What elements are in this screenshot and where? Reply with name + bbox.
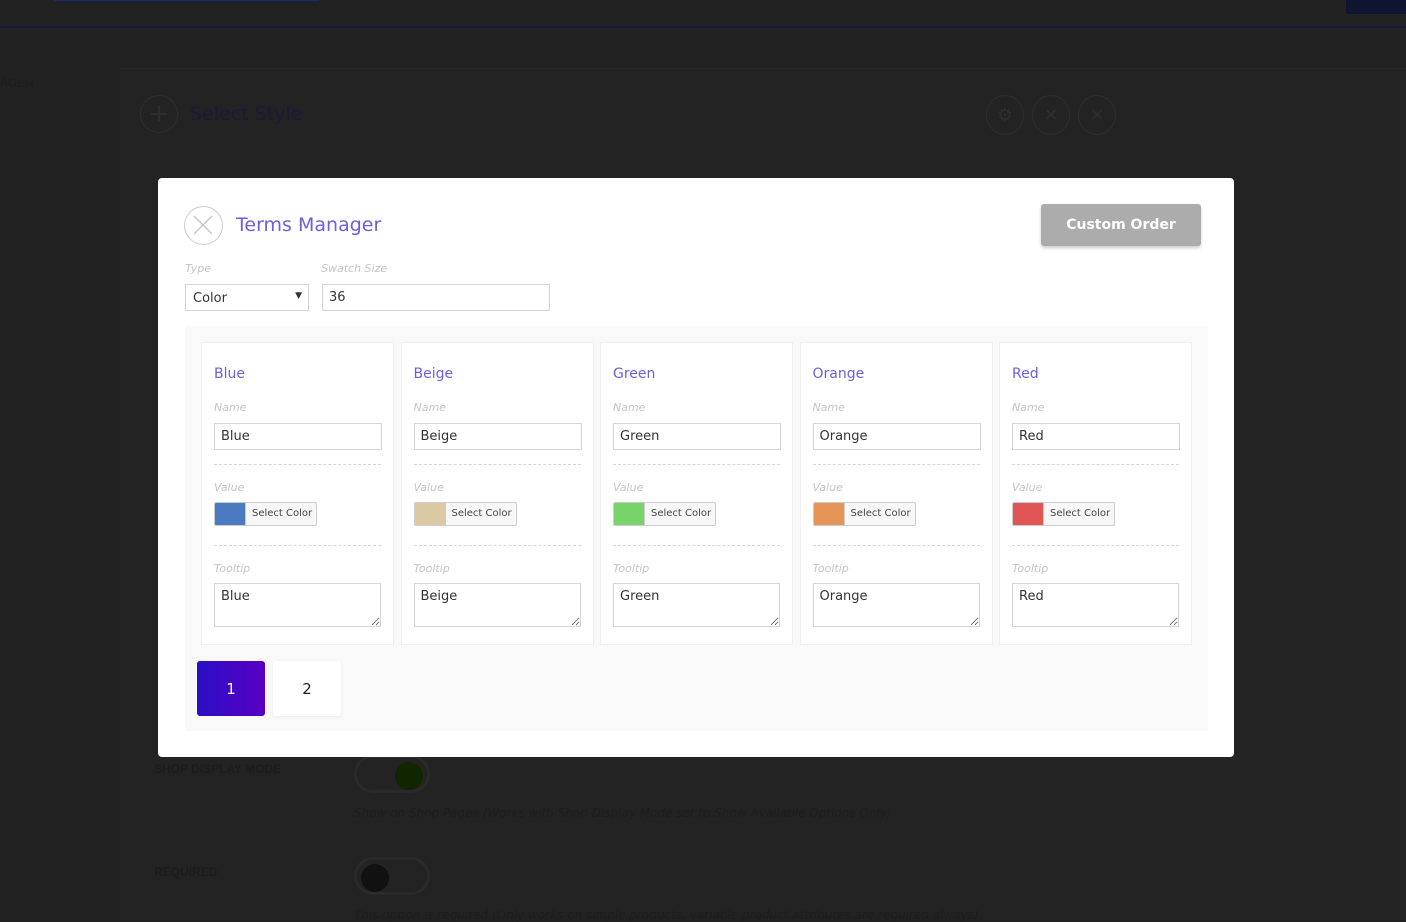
name-label: Name (413, 401, 446, 414)
tooltip-label: Tooltip (413, 562, 450, 575)
color-swatch (1013, 503, 1044, 525)
required-toggle (354, 857, 430, 895)
section-label: AGER (0, 76, 35, 90)
value-label: Value (214, 481, 245, 494)
color-swatch (215, 503, 246, 525)
close-icon (193, 215, 213, 235)
select-color-label: Select Color (850, 508, 911, 519)
admin-top-bar (0, 0, 1406, 28)
name-label: Name (812, 401, 845, 414)
value-label: Value (613, 481, 644, 494)
term-card: Blue Name Value Select Color Tooltip Blu… (201, 342, 394, 645)
swatch-size-input[interactable] (322, 284, 550, 311)
name-label: Name (1012, 401, 1045, 414)
tooltip-label: Tooltip (1012, 562, 1049, 575)
term-card: Beige Name Value Select Color Tooltip Be… (400, 342, 594, 645)
select-style-label: Select Style (190, 103, 303, 125)
type-select[interactable]: Color ▼ (185, 284, 309, 311)
term-title: Red (1012, 366, 1039, 382)
select-color-label: Select Color (651, 508, 712, 519)
color-swatch (414, 503, 446, 525)
term-card: Green Name Value Select Color Tooltip Gr… (600, 342, 793, 645)
divider (214, 545, 381, 546)
color-swatch (614, 503, 645, 525)
term-title: Beige (413, 366, 454, 382)
dropdown-arrow-icon: ▼ (295, 291, 302, 301)
color-picker-button[interactable]: Select Color (214, 502, 317, 526)
shop-display-mode-label: SHOP DISPLAY MODE (154, 762, 282, 776)
shop-display-toggle (354, 755, 430, 793)
required-desc: This option is required (Only works on s… (354, 908, 979, 922)
tooltip-label: Tooltip (214, 562, 251, 575)
color-picker-button[interactable]: Select Color (1012, 502, 1115, 526)
terms-list: Blue Name Value Select Color Tooltip Blu… (185, 326, 1208, 731)
term-tooltip-input[interactable]: Blue (214, 583, 381, 627)
tooltip-label: Tooltip (613, 562, 650, 575)
term-name-input[interactable] (812, 423, 981, 450)
custom-order-button[interactable]: Custom Order (1041, 204, 1201, 246)
divider (812, 464, 980, 465)
term-title: Green (613, 366, 656, 382)
divider (613, 545, 780, 546)
divider (413, 545, 581, 546)
term-tooltip-input[interactable]: Beige (413, 583, 581, 627)
close-button[interactable] (184, 206, 223, 245)
select-color-label: Select Color (451, 508, 512, 519)
required-label: REQUIRED (154, 865, 218, 879)
term-card: Red Name Value Select Color Tooltip Red (999, 342, 1192, 645)
color-picker-button[interactable]: Select Color (413, 502, 517, 526)
term-title: Blue (214, 366, 245, 382)
term-name-input[interactable] (214, 423, 382, 450)
terms-manager-modal: Terms Manager Custom Order Type Swatch S… (158, 178, 1234, 757)
top-link (54, 0, 319, 1)
term-tooltip-input[interactable]: Green (613, 583, 780, 627)
plus-icon: + (140, 95, 178, 133)
page-1-button[interactable]: 1 (197, 661, 265, 716)
term-name-input[interactable] (413, 423, 582, 450)
select-color-label: Select Color (252, 508, 313, 519)
name-label: Name (613, 401, 646, 414)
divider (413, 464, 581, 465)
term-title: Orange (812, 366, 865, 382)
term-tooltip-input[interactable]: Orange (812, 583, 980, 627)
divider (214, 464, 381, 465)
modal-title: Terms Manager (236, 214, 382, 236)
term-tooltip-input[interactable]: Red (1012, 583, 1179, 627)
color-swatch (813, 503, 845, 525)
tooltip-label: Tooltip (812, 562, 849, 575)
expand-icon: ✕ (1032, 95, 1070, 135)
value-label: Value (413, 481, 444, 494)
value-label: Value (812, 481, 843, 494)
term-name-input[interactable] (1012, 423, 1180, 450)
color-picker-button[interactable]: Select Color (812, 502, 916, 526)
shop-display-desc: Show on Shop Pages (Works with Shop Disp… (354, 806, 892, 820)
swatch-size-label: Swatch Size (321, 262, 388, 275)
divider (812, 545, 980, 546)
divider (1012, 545, 1179, 546)
type-label: Type (185, 262, 212, 275)
type-select-value: Color (193, 291, 227, 306)
value-label: Value (1012, 481, 1043, 494)
remove-icon: ✕ (1078, 95, 1116, 135)
divider (613, 464, 780, 465)
term-name-input[interactable] (613, 423, 781, 450)
top-button (1346, 0, 1406, 14)
name-label: Name (214, 401, 247, 414)
settings-icon: ⚙ (986, 95, 1024, 135)
select-color-label: Select Color (1050, 508, 1111, 519)
term-card: Orange Name Value Select Color Tooltip O… (799, 342, 993, 645)
color-picker-button[interactable]: Select Color (613, 502, 716, 526)
select-style-row: + Select Style (140, 95, 302, 133)
divider (1012, 464, 1179, 465)
style-actions: ⚙ ✕ ✕ (986, 95, 1116, 135)
page-2-button[interactable]: 2 (273, 661, 341, 716)
